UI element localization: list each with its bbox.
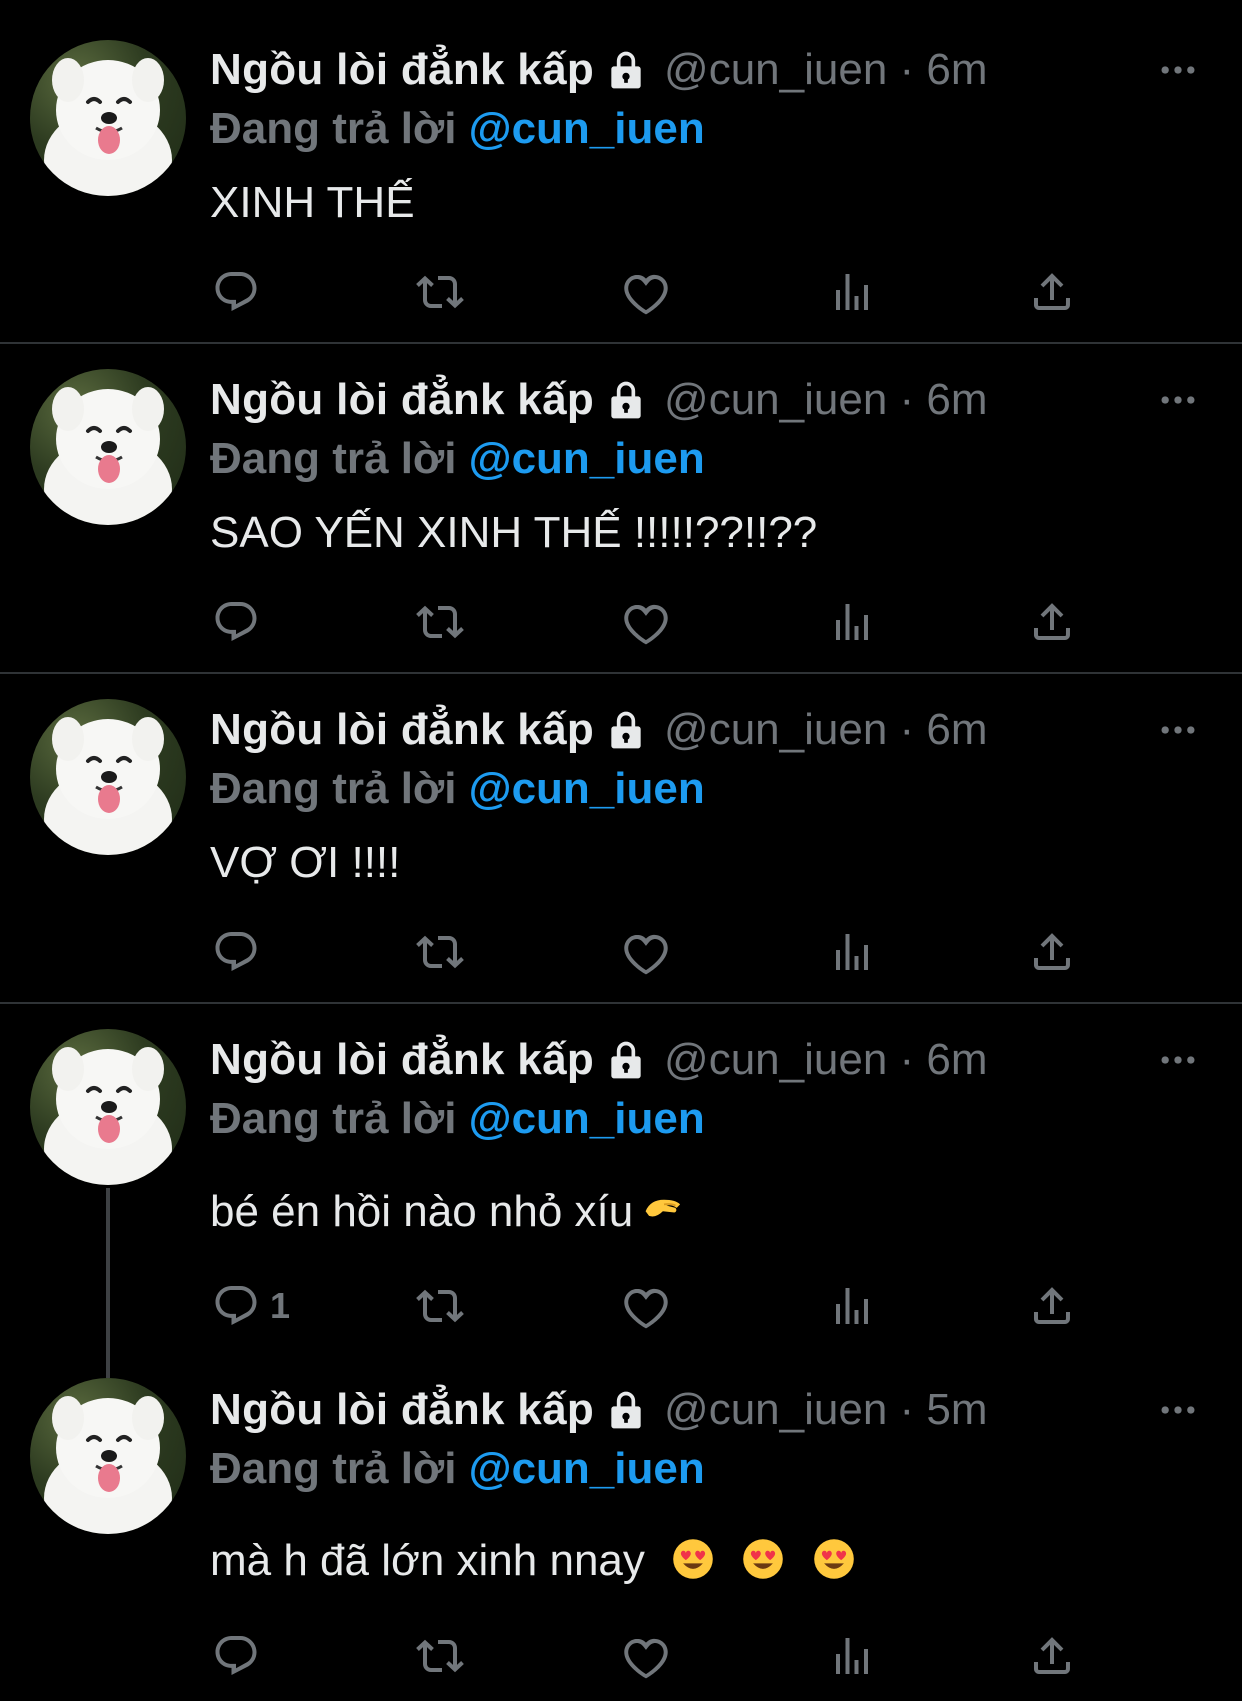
display-name[interactable]: Ngồu lòi đẳnk kấp: [210, 375, 594, 425]
avatar[interactable]: [30, 369, 186, 525]
avatar[interactable]: [30, 40, 186, 196]
action-bar: [210, 1632, 1090, 1682]
retweet-icon[interactable]: [416, 1282, 464, 1330]
reply-icon[interactable]: [212, 268, 270, 316]
mention-link[interactable]: @cun_iuen: [469, 1094, 705, 1143]
replying-label: Đang trả lời: [210, 434, 457, 483]
heart-icon[interactable]: [622, 1632, 670, 1680]
handle-time[interactable]: @cun_iuen · 6m: [664, 375, 988, 425]
action-bar: [210, 598, 1090, 648]
avatar[interactable]: [30, 699, 186, 855]
tweet[interactable]: Ngồu lòi đẳnk kấp @cun_iuen · 6m Đang tr…: [0, 1004, 1242, 1352]
share-icon[interactable]: [1028, 1282, 1076, 1330]
views-icon[interactable]: [828, 598, 876, 646]
tweet-text: XINH THẾ: [210, 178, 415, 227]
retweet-icon[interactable]: [416, 1632, 464, 1680]
tweet-text: VỢ ƠI !!!!: [210, 838, 401, 887]
more-icon[interactable]: [1156, 48, 1200, 92]
display-name[interactable]: Ngồu lòi đẳnk kấp: [210, 705, 594, 755]
handle-time[interactable]: @cun_iuen · 5m: [664, 1385, 988, 1435]
replying-label: Đang trả lời: [210, 1444, 457, 1493]
mention-link[interactable]: @cun_iuen: [469, 434, 705, 483]
lock-icon: [604, 48, 648, 92]
action-bar: 1: [210, 1282, 1090, 1332]
views-icon[interactable]: [828, 928, 876, 976]
heart-eyes-emoji: [812, 1537, 856, 1592]
reply-icon[interactable]: [212, 928, 270, 976]
tweet[interactable]: Ngồu lòi đẳnk kấp @cun_iuen · 5m Đang tr…: [0, 1352, 1242, 1701]
more-icon[interactable]: [1156, 378, 1200, 422]
tweet-text: SAO YẾN XINH THẾ !!!!!??!!??: [210, 508, 818, 557]
pinching-hand-emoji: [639, 1186, 689, 1243]
heart-icon[interactable]: [622, 268, 670, 316]
views-icon[interactable]: [828, 268, 876, 316]
heart-eyes-emoji: [671, 1537, 715, 1592]
avatar[interactable]: [30, 1378, 186, 1534]
share-icon[interactable]: [1028, 928, 1076, 976]
tweet[interactable]: Ngồu lòi đẳnk kấp @cun_iuen · 6m Đang tr…: [0, 674, 1242, 1002]
retweet-icon[interactable]: [416, 268, 464, 316]
display-name[interactable]: Ngồu lòi đẳnk kấp: [210, 45, 594, 95]
tweet[interactable]: Ngồu lòi đẳnk kấp @cun_iuen · 6m Đang tr…: [0, 0, 1242, 342]
tweet-text: mà h đã lớn xinh nnay: [210, 1536, 645, 1585]
views-icon[interactable]: [828, 1282, 876, 1330]
handle-time[interactable]: @cun_iuen · 6m: [664, 705, 988, 755]
tweet[interactable]: Ngồu lòi đẳnk kấp @cun_iuen · 6m Đang tr…: [0, 344, 1242, 672]
reply-icon[interactable]: 1: [212, 1282, 290, 1330]
display-name[interactable]: Ngồu lòi đẳnk kấp: [210, 1035, 594, 1085]
handle-time[interactable]: @cun_iuen · 6m: [664, 45, 988, 95]
heart-icon[interactable]: [622, 928, 670, 976]
replying-label: Đang trả lời: [210, 104, 457, 153]
lock-icon: [604, 378, 648, 422]
lock-icon: [604, 1038, 648, 1082]
mention-link[interactable]: @cun_iuen: [469, 104, 705, 153]
share-icon[interactable]: [1028, 598, 1076, 646]
replying-label: Đang trả lời: [210, 764, 457, 813]
more-icon[interactable]: [1156, 708, 1200, 752]
share-icon[interactable]: [1028, 268, 1076, 316]
heart-icon[interactable]: [622, 1282, 670, 1330]
views-icon[interactable]: [828, 1632, 876, 1680]
reply-icon[interactable]: [212, 598, 270, 646]
more-icon[interactable]: [1156, 1388, 1200, 1432]
reply-count: 1: [270, 1285, 291, 1326]
action-bar: [210, 268, 1090, 318]
mention-link[interactable]: @cun_iuen: [469, 764, 705, 813]
mention-link[interactable]: @cun_iuen: [469, 1444, 705, 1493]
heart-icon[interactable]: [622, 598, 670, 646]
replying-label: Đang trả lời: [210, 1094, 457, 1143]
lock-icon: [604, 708, 648, 752]
retweet-icon[interactable]: [416, 928, 464, 976]
retweet-icon[interactable]: [416, 598, 464, 646]
more-icon[interactable]: [1156, 1038, 1200, 1082]
action-bar: [210, 928, 1090, 978]
display-name[interactable]: Ngồu lòi đẳnk kấp: [210, 1385, 594, 1435]
share-icon[interactable]: [1028, 1632, 1076, 1680]
lock-icon: [604, 1388, 648, 1432]
handle-time[interactable]: @cun_iuen · 6m: [664, 1035, 988, 1085]
avatar[interactable]: [30, 1029, 186, 1185]
tweet-text: bé én hồi nào nhỏ xíu: [210, 1187, 634, 1236]
reply-icon[interactable]: [212, 1632, 270, 1680]
heart-eyes-emoji: [741, 1537, 785, 1592]
